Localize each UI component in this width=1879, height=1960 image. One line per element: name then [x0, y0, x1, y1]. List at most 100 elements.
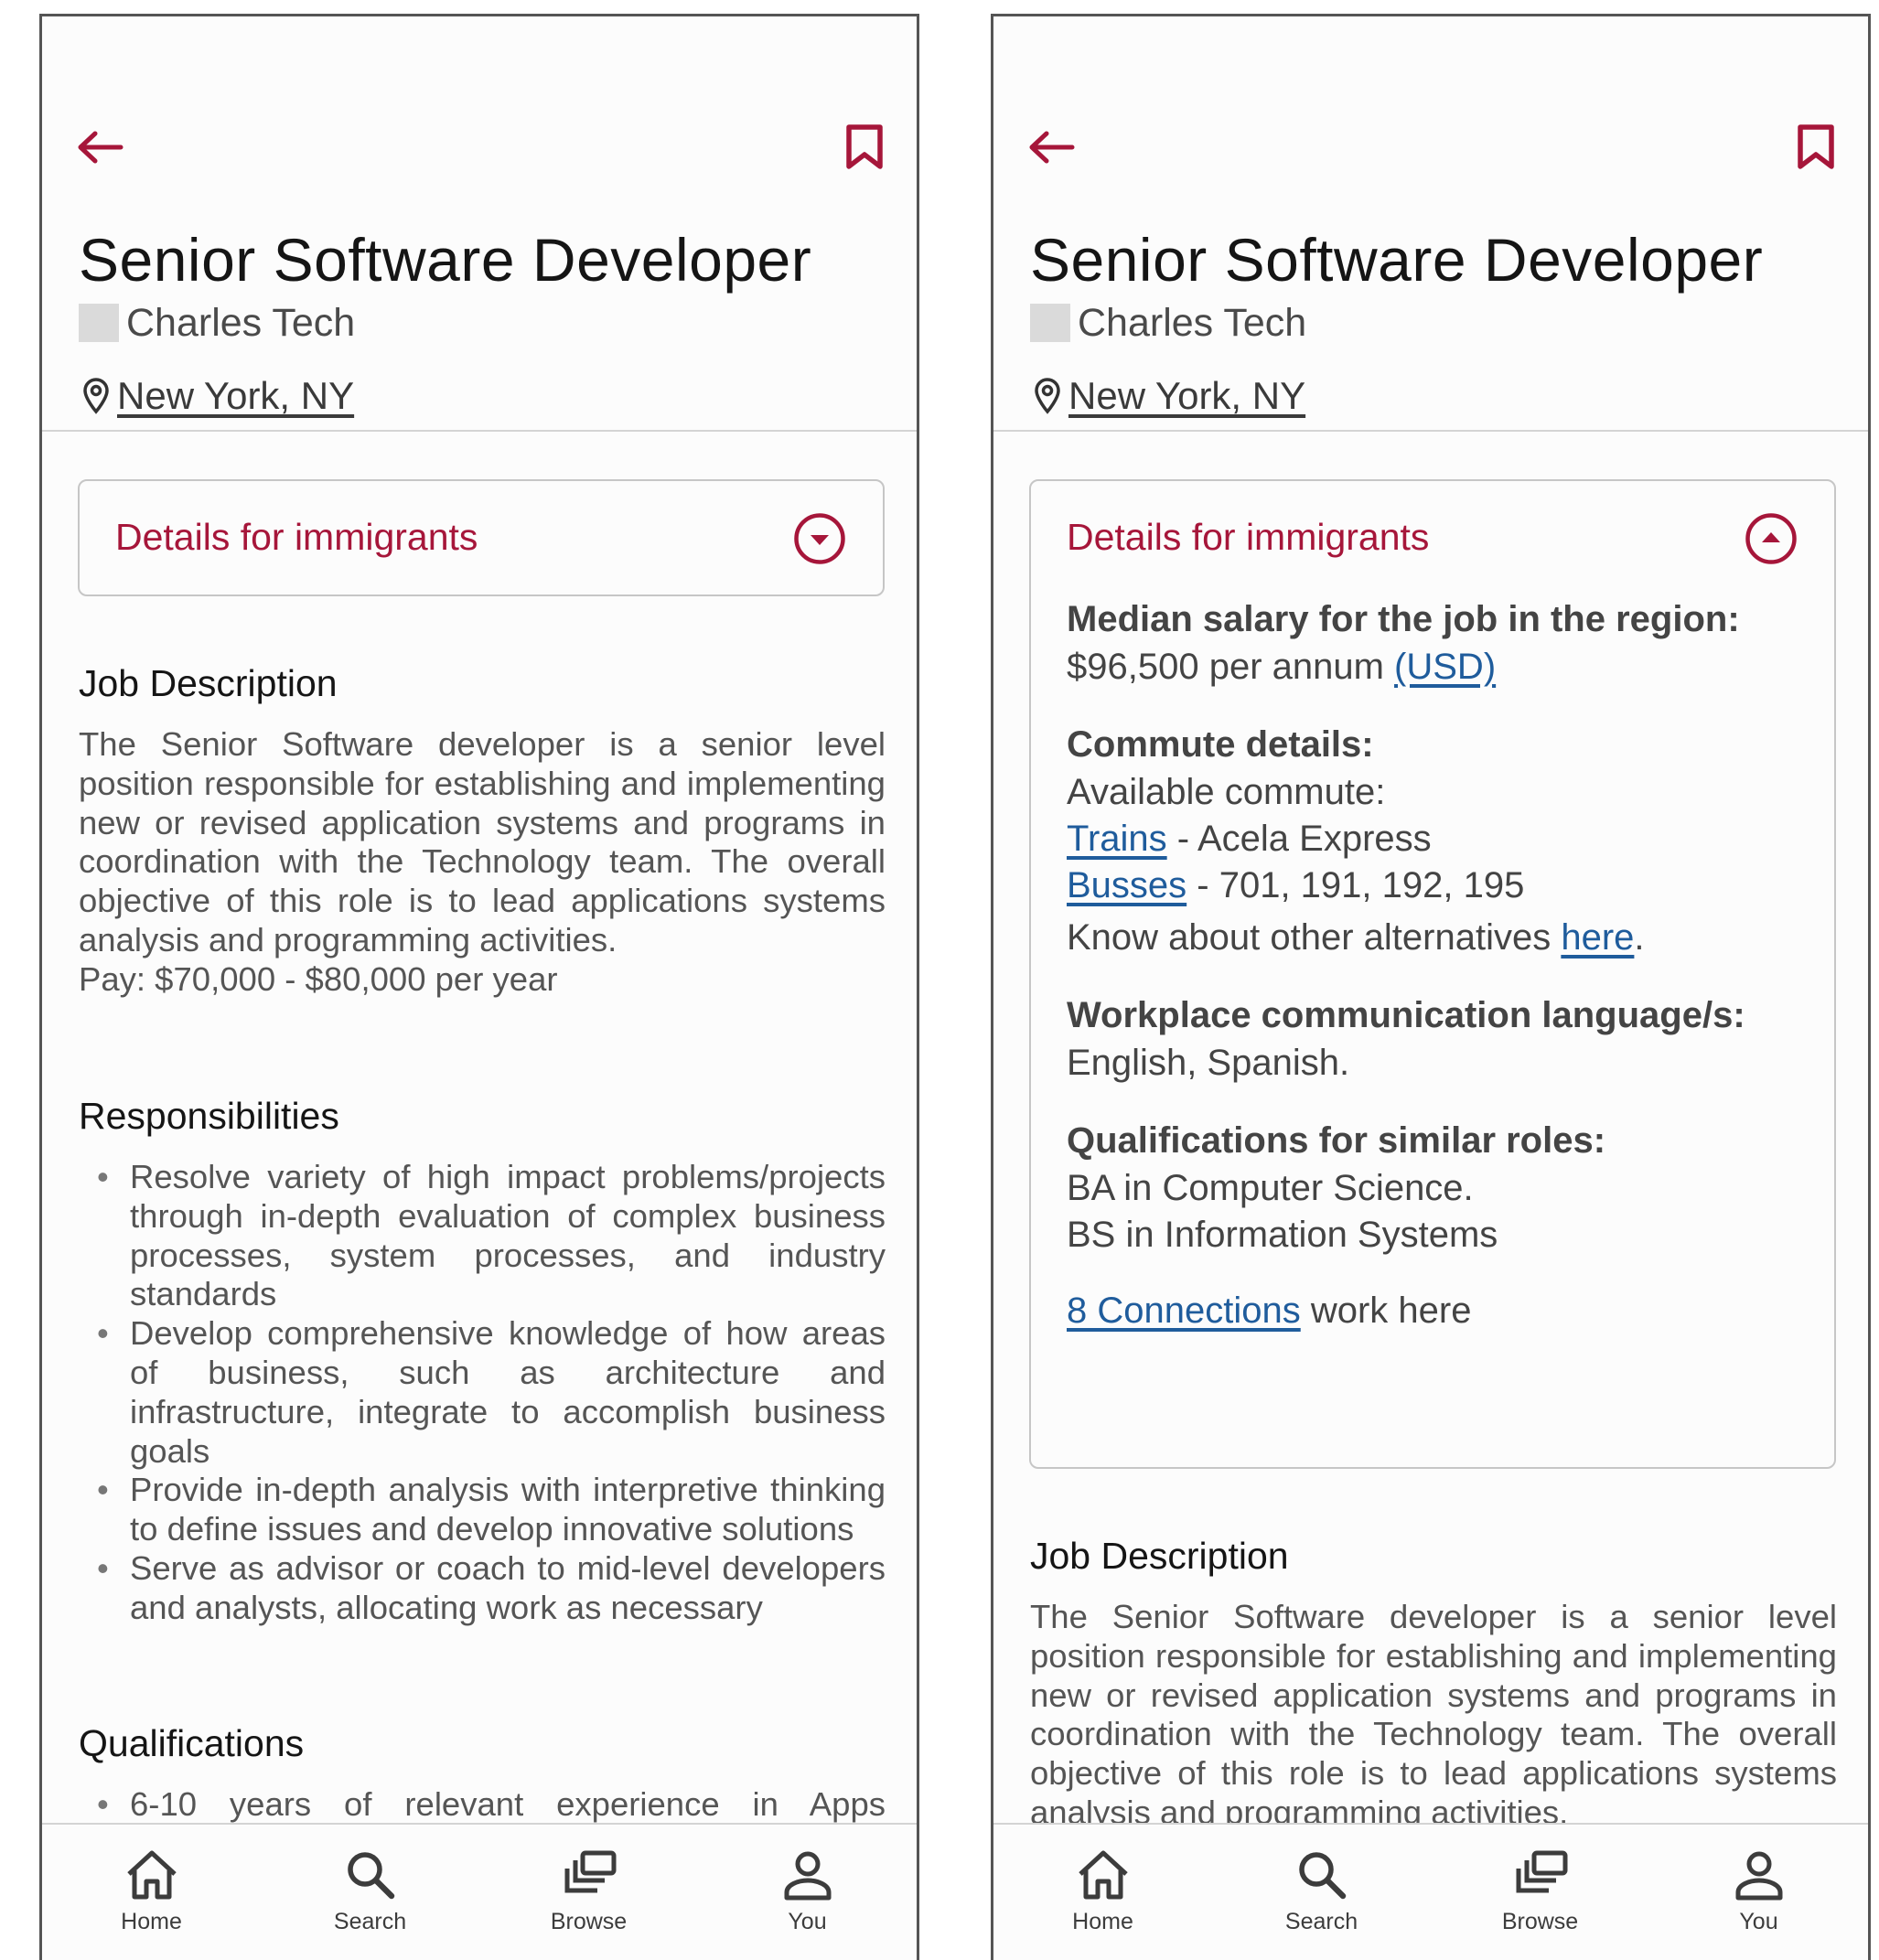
accordion-title: Details for immigrants — [115, 516, 478, 558]
top-app-bar — [1026, 115, 1835, 179]
job-description-section: Job Description The Senior Software deve… — [1030, 1528, 1837, 1833]
nav-search[interactable]: Search — [261, 1825, 479, 1960]
commute-section: Commute details: Available commute: Trai… — [1067, 720, 1798, 961]
home-icon — [1078, 1850, 1128, 1900]
person-icon — [784, 1851, 831, 1901]
nav-you-label: You — [788, 1909, 827, 1934]
list-item: Serve as advisor or coach to mid-level d… — [79, 1549, 886, 1628]
location-row: New York, NY — [1034, 373, 1305, 419]
trains-detail: - Acela Express — [1166, 819, 1432, 859]
location-row: New York, NY — [82, 373, 354, 419]
list-item: Develop comprehensive knowledge of how a… — [79, 1314, 886, 1471]
language-value: English, Spanish. — [1067, 1043, 1350, 1083]
alternatives-line: Know about other alternatives here. — [1067, 915, 1798, 961]
trains-line: Trains - Acela Express — [1067, 816, 1798, 862]
qualification-item: BA in Computer Science. — [1067, 1168, 1474, 1208]
company-logo — [79, 304, 119, 342]
browse-icon — [564, 1850, 616, 1893]
header-divider — [42, 430, 917, 432]
language-section: Workplace communication language/s: Engl… — [1067, 991, 1798, 1087]
company-logo — [1030, 304, 1070, 342]
nav-browse[interactable]: Browse — [479, 1825, 698, 1960]
bookmark-icon — [846, 124, 883, 169]
company-name: Charles Tech — [126, 300, 356, 345]
job-pay: Pay: $70,000 - $80,000 per year — [79, 959, 558, 998]
nav-you[interactable]: You — [698, 1825, 917, 1960]
nav-home-label: Home — [1072, 1909, 1133, 1934]
qualification-item: BS in Information Systems — [1067, 1215, 1498, 1255]
salary-heading: Median salary for the job in the region: — [1067, 599, 1740, 639]
trains-link[interactable]: Trains — [1067, 819, 1167, 859]
back-button[interactable] — [1026, 115, 1090, 179]
bookmark-button[interactable] — [829, 115, 884, 179]
job-description-title: Job Description — [79, 662, 338, 704]
nav-search[interactable]: Search — [1212, 1825, 1431, 1960]
salary-value: $96,500 per annum — [1067, 647, 1395, 687]
busses-line: Busses - 701, 191, 192, 195 — [1067, 862, 1798, 909]
job-title: Senior Software Developer — [79, 226, 812, 294]
busses-link[interactable]: Busses — [1067, 865, 1186, 905]
alternatives-end: . — [1634, 917, 1645, 958]
arrow-left-icon — [78, 131, 123, 164]
accordion-header[interactable]: Details for immigrants — [1031, 481, 1834, 594]
connections-line: 8 Connections work here — [1067, 1288, 1798, 1334]
list-item: Resolve variety of high impact problems/… — [79, 1158, 886, 1314]
home-icon — [126, 1850, 177, 1900]
arrow-left-icon — [1029, 131, 1075, 164]
job-description-body: The Senior Software developer is a senio… — [1030, 1598, 1837, 1831]
language-heading: Workplace communication language/s: — [1067, 995, 1745, 1035]
nav-home-label: Home — [121, 1909, 182, 1934]
location-link[interactable]: New York, NY — [117, 374, 354, 418]
location-link[interactable]: New York, NY — [1068, 374, 1305, 418]
accordion-body: Median salary for the job in the region:… — [1031, 594, 1834, 1380]
bottom-navigation: Home Search Browse You — [42, 1823, 917, 1960]
alternatives-link[interactable]: here — [1561, 917, 1634, 958]
nav-browse[interactable]: Browse — [1431, 1825, 1649, 1960]
browse-icon — [1516, 1850, 1567, 1893]
salary-line: $96,500 per annum (USD) — [1067, 644, 1798, 691]
currency-link[interactable]: (USD) — [1394, 647, 1496, 687]
list-item: Provide in-depth analysis with interpret… — [79, 1471, 886, 1549]
chevron-down-circle-icon[interactable] — [793, 512, 846, 565]
bookmark-button[interactable] — [1780, 115, 1835, 179]
nav-search-label: Search — [1284, 1909, 1358, 1934]
immigrant-details-accordion[interactable]: Details for immigrants — [78, 479, 885, 596]
search-icon — [347, 1852, 394, 1900]
nav-you[interactable]: You — [1649, 1825, 1868, 1960]
company-name: Charles Tech — [1078, 300, 1307, 345]
search-icon — [1298, 1852, 1346, 1900]
location-pin-icon — [1035, 378, 1060, 414]
nav-search-label: Search — [333, 1909, 407, 1934]
job-description-section: Job Description The Senior Software deve… — [79, 656, 886, 1000]
salary-section: Median salary for the job in the region:… — [1067, 594, 1798, 691]
immigrant-details-accordion[interactable]: Details for immigrants Median salary for… — [1029, 479, 1836, 1469]
chevron-up-circle-icon[interactable] — [1745, 512, 1798, 565]
company-row: Charles Tech — [79, 300, 356, 345]
header-divider — [993, 430, 1868, 432]
commute-heading: Commute details: — [1067, 724, 1374, 765]
bookmark-icon — [1798, 124, 1834, 169]
accordion-header[interactable]: Details for immigrants — [80, 481, 883, 594]
location-pin-icon — [83, 378, 109, 414]
similar-qualifications-section: Qualifications for similar roles: BA in … — [1067, 1116, 1798, 1258]
connections-link[interactable]: 8 Connections — [1067, 1291, 1301, 1331]
nav-home[interactable]: Home — [42, 1825, 261, 1960]
job-description-title: Job Description — [1030, 1535, 1289, 1577]
nav-browse-label: Browse — [1501, 1909, 1579, 1934]
qualifications-title: Qualifications — [79, 1722, 305, 1764]
nav-home[interactable]: Home — [993, 1825, 1212, 1960]
commute-available: Available commute: — [1067, 772, 1386, 812]
back-button[interactable] — [75, 115, 139, 179]
responsibilities-list: Resolve variety of high impact problems/… — [79, 1158, 886, 1628]
nav-browse-label: Browse — [550, 1909, 628, 1934]
similar-qualifications-heading: Qualifications for similar roles: — [1067, 1120, 1606, 1161]
bottom-navigation: Home Search Browse You — [993, 1823, 1868, 1960]
busses-detail: - 701, 191, 192, 195 — [1186, 865, 1525, 905]
job-detail-screen-expanded: Senior Software Developer Charles Tech N… — [991, 14, 1871, 1960]
responsibilities-title: Responsibilities — [79, 1095, 339, 1137]
nav-you-label: You — [1739, 1909, 1778, 1934]
job-detail-screen-collapsed: Senior Software Developer Charles Tech N… — [39, 14, 919, 1960]
alternatives-text: Know about other alternatives — [1067, 917, 1562, 958]
company-row: Charles Tech — [1030, 300, 1307, 345]
top-app-bar — [75, 115, 884, 179]
